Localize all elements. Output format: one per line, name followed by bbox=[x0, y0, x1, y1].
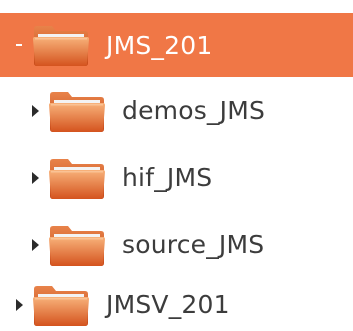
tree-row-child[interactable]: hif_JMS bbox=[0, 144, 353, 211]
tree-row-root[interactable]: JMS_201 bbox=[0, 13, 353, 77]
expander-collapse-icon[interactable] bbox=[12, 38, 26, 52]
folder-tree: JMS_201 demos_JMS hif_JMS source_JMS JMS… bbox=[0, 0, 353, 331]
folder-icon bbox=[32, 283, 90, 327]
folder-icon bbox=[48, 156, 106, 200]
tree-row-label: hif_JMS bbox=[122, 163, 213, 192]
folder-icon bbox=[48, 89, 106, 133]
folder-icon bbox=[48, 223, 106, 267]
tree-row-child[interactable]: demos_JMS bbox=[0, 77, 353, 144]
tree-row-sibling[interactable]: JMSV_201 bbox=[0, 278, 353, 331]
expander-arrow-icon[interactable] bbox=[12, 298, 26, 312]
expander-arrow-icon[interactable] bbox=[28, 171, 42, 185]
tree-row-label: demos_JMS bbox=[122, 96, 266, 125]
tree-row-label: source_JMS bbox=[122, 230, 265, 259]
expander-arrow-icon[interactable] bbox=[28, 104, 42, 118]
tree-row-child[interactable]: source_JMS bbox=[0, 211, 353, 278]
folder-icon bbox=[32, 23, 90, 67]
expander-arrow-icon[interactable] bbox=[28, 238, 42, 252]
tree-row-label: JMS_201 bbox=[106, 30, 213, 60]
tree-row-label: JMSV_201 bbox=[106, 290, 230, 319]
